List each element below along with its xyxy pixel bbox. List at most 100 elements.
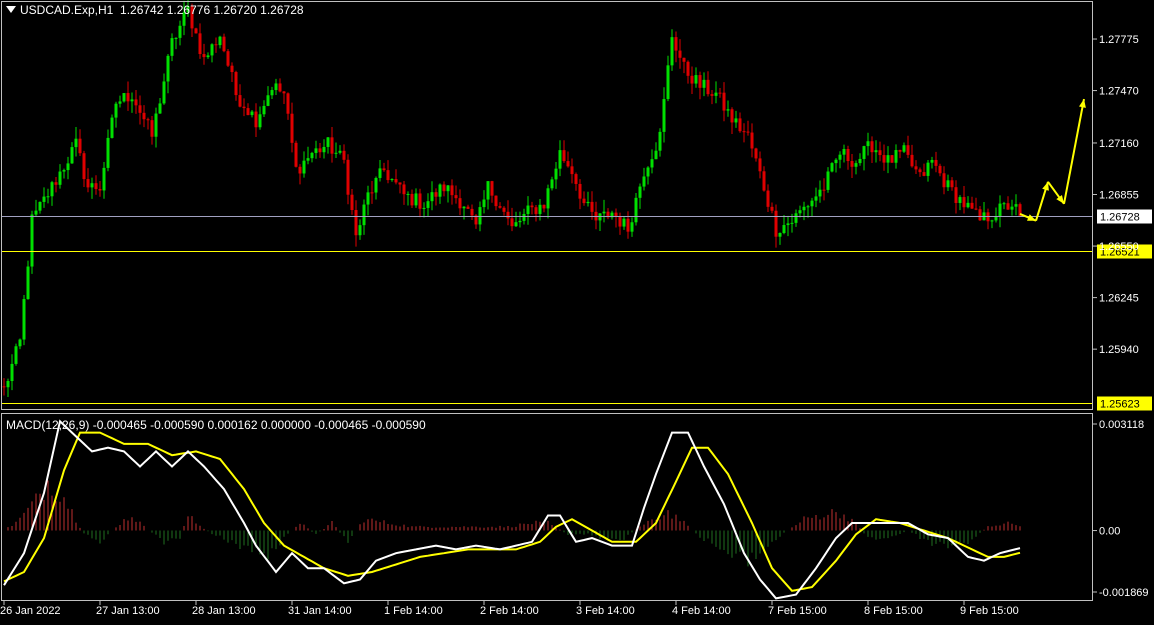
time-tick-label: 4 Feb 14:00 [672, 605, 731, 617]
candle-body [658, 131, 662, 151]
candle-body [622, 218, 626, 227]
candle-body [110, 117, 114, 138]
candle-body [42, 196, 46, 202]
candle-body [250, 111, 254, 116]
candle-body [306, 158, 310, 161]
candle-body [518, 220, 522, 223]
candle-body [650, 159, 654, 168]
candle-body [710, 94, 714, 96]
candle-body [854, 163, 858, 167]
candle-body [734, 118, 738, 123]
candle-body [74, 138, 78, 148]
chart-header: USDCAD.Exp,H1 1.26742 1.26776 1.26720 1.… [6, 3, 304, 17]
candle-body [258, 114, 262, 128]
candle-body [274, 83, 278, 91]
candle-body [126, 93, 130, 102]
candle-body [654, 150, 658, 160]
candle-body [166, 55, 170, 82]
candle-body [846, 149, 850, 162]
price-tick-label: 1.26245 [1099, 293, 1139, 305]
candle-body [386, 170, 390, 181]
candle-body [550, 179, 554, 189]
candle-body [414, 193, 418, 206]
candle-body [430, 192, 434, 202]
candle-body [534, 207, 538, 214]
candle-body [498, 206, 502, 208]
candle-body [78, 138, 82, 154]
candle-body [718, 92, 722, 94]
candle-body [226, 51, 230, 66]
candle-body [38, 201, 42, 211]
candle-body [998, 203, 1002, 217]
candle-body [1002, 203, 1006, 205]
candle-body [30, 214, 34, 267]
candle-body [542, 204, 546, 209]
candle-body [630, 222, 634, 232]
candle-body [318, 148, 322, 153]
candle-body [434, 192, 438, 197]
macd-panel-frame [1, 413, 1093, 601]
candle-body [742, 131, 746, 133]
candle-body [170, 38, 174, 56]
candle-body [746, 131, 750, 133]
candle-body [954, 187, 958, 203]
candle-body [678, 50, 682, 58]
candle-body [242, 106, 246, 109]
candle-body [246, 108, 250, 116]
main-price-panel[interactable] [1, 0, 1093, 404]
candle-body [282, 91, 286, 94]
candle-body [642, 176, 646, 187]
candle-body [1006, 203, 1010, 210]
candle-body [894, 150, 898, 163]
axes: 1.265211.256231.267281.277751.274701.271… [0, 1, 1152, 617]
candle-body [10, 363, 14, 382]
candle-body [106, 137, 110, 168]
candle-body [586, 201, 590, 204]
candle-body [446, 185, 450, 192]
macd-tick-label: 0.003118 [1099, 419, 1144, 431]
price-tick-label: 1.27775 [1099, 34, 1139, 46]
candle-body [546, 188, 550, 209]
candle-body [338, 150, 342, 153]
candle-body [150, 120, 154, 137]
candle-body [974, 208, 978, 210]
candle-body [914, 166, 918, 170]
candle-body [134, 99, 138, 106]
time-tick-label: 27 Jan 13:00 [96, 605, 160, 617]
candle-body [882, 155, 886, 163]
candle-body [34, 210, 38, 215]
chart-root: 1.26521 1.25623 1.26728 1.27775 1.27470 1.271… [0, 0, 1154, 620]
candle-body [802, 206, 806, 211]
candle-body [878, 150, 882, 156]
candle-body [934, 159, 938, 166]
time-tick-label: 9 Feb 15:00 [960, 605, 1019, 617]
candle-body [66, 163, 70, 171]
candle-body [910, 154, 914, 167]
candle-body [750, 132, 754, 149]
candle-body [478, 207, 482, 225]
time-tick-label: 2 Feb 14:00 [480, 605, 539, 617]
candle-body [938, 165, 942, 174]
candle-body [794, 213, 798, 223]
candle-body [202, 54, 206, 58]
chart-canvas[interactable]: 1.265211.256231.267281.277751.274701.271… [0, 0, 1154, 620]
candle-body [762, 171, 766, 191]
candle-body [142, 112, 146, 120]
macd-panel[interactable] [3, 419, 1021, 600]
candle-body [646, 167, 650, 177]
candle-body [58, 171, 62, 185]
candle-body [926, 162, 930, 176]
candle-body [26, 266, 30, 300]
candle-body [90, 183, 94, 188]
candle-body [634, 197, 638, 223]
candle-body [426, 201, 430, 208]
candle-body [730, 109, 734, 123]
symbol-dropdown-icon[interactable] [6, 6, 16, 13]
candle-body [618, 216, 622, 227]
candle-body [702, 79, 706, 88]
candle-body [230, 65, 234, 73]
candle-body [298, 166, 302, 174]
time-tick-label: 31 Jan 14:00 [288, 605, 352, 617]
candle-body [806, 206, 810, 208]
time-tick-label: 28 Jan 13:00 [192, 605, 256, 617]
